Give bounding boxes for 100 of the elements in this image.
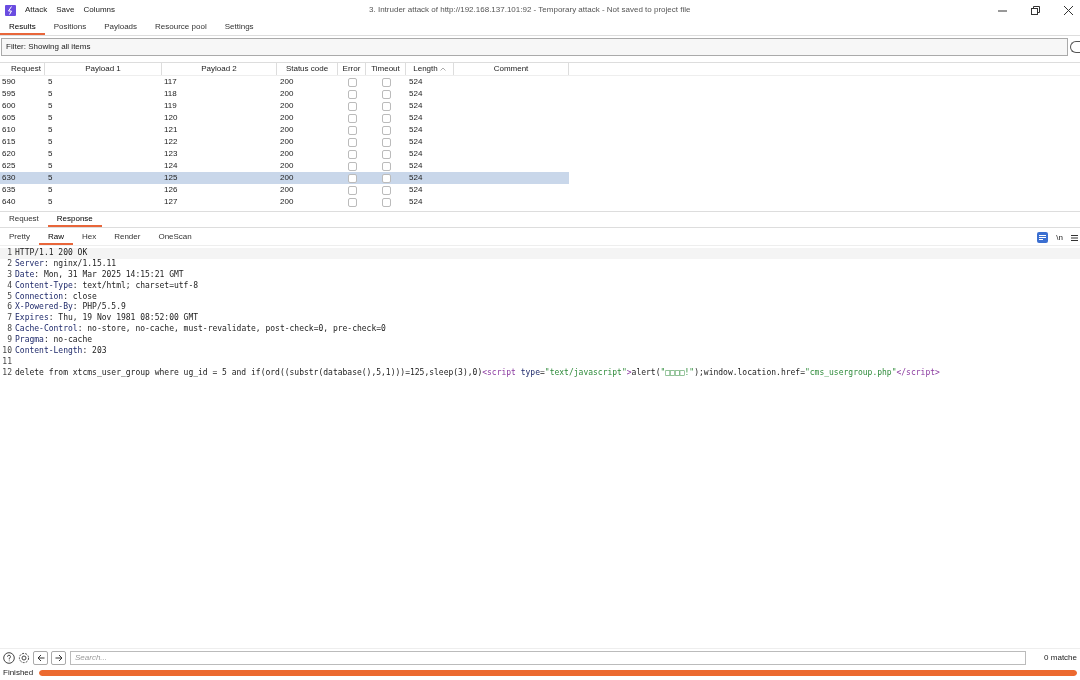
table-cell-text: 125 [163, 172, 179, 184]
line-number: 6 [6, 302, 13, 313]
column-header[interactable]: Payload 1 [45, 63, 162, 75]
table-cell-text: 200 [279, 184, 295, 196]
table-cell-text: 524 [408, 196, 424, 208]
table-cell-text: 524 [408, 184, 424, 196]
checkbox[interactable] [381, 185, 391, 195]
table-row[interactable]: 590 5 117 200 524 [0, 76, 569, 88]
line-number: 5 [6, 291, 13, 302]
close-icon[interactable] [1064, 5, 1073, 15]
table-row[interactable]: 605 5 120 200 524 [0, 112, 569, 124]
menu-icon[interactable] [1071, 233, 1078, 242]
checkbox[interactable] [347, 197, 357, 207]
table-row[interactable]: 615 5 122 200 524 [0, 136, 569, 148]
tab[interactable]: Response [47, 212, 102, 227]
settings-icon[interactable] [18, 651, 30, 664]
table-row[interactable]: 635 5 126 200 524 [0, 184, 569, 196]
table-cell-text: 5 [47, 172, 54, 184]
checkbox[interactable] [381, 197, 391, 207]
table-row[interactable]: 625 5 124 200 524 [0, 160, 569, 172]
checkbox[interactable] [381, 77, 391, 87]
table-row[interactable]: 630 5 125 200 524 [0, 172, 569, 184]
code-line: Cache-Control: no-store, no-cache, must-revalidate, post-check=0, pre-check=0 [15, 324, 386, 335]
table-cell-text: 5 [47, 184, 54, 196]
checkbox[interactable] [347, 185, 357, 195]
tab[interactable]: Payloads [95, 20, 147, 35]
table-cell-text: 524 [408, 148, 424, 160]
tab[interactable]: Resource pool [146, 20, 216, 35]
column-header[interactable]: Request [0, 63, 45, 75]
tab[interactable]: Raw [38, 230, 73, 245]
table-row[interactable]: 595 5 118 200 524 [0, 88, 569, 100]
checkbox[interactable] [347, 113, 357, 123]
column-header[interactable]: Length [406, 63, 454, 75]
table-cell-text: 5 [47, 148, 54, 160]
column-header[interactable]: Status code [277, 63, 338, 75]
menu-item[interactable]: Columns [83, 4, 116, 16]
table-cell-text: 524 [408, 88, 424, 100]
checkbox[interactable] [347, 89, 357, 99]
menu-item[interactable]: Attack [25, 4, 48, 16]
checkbox[interactable] [381, 89, 391, 99]
checkbox[interactable] [381, 125, 391, 135]
tab[interactable]: Positions [44, 20, 96, 35]
table-cell-text: 5 [47, 76, 54, 88]
table-cell-text: 5 [47, 196, 54, 208]
search-field[interactable]: Search... [70, 650, 1026, 665]
tab[interactable]: Results [0, 20, 45, 35]
table-cell-text: 630 [1, 172, 17, 184]
column-header[interactable]: Error [338, 63, 366, 75]
tab[interactable]: Settings [215, 20, 263, 35]
tab[interactable]: Render [105, 230, 150, 245]
table-cell-text: 635 [1, 184, 17, 196]
table-cell-text: 524 [408, 160, 424, 172]
table-row[interactable]: 640 5 127 200 524 [0, 196, 569, 208]
menu-item[interactable]: Save [56, 4, 75, 16]
next-button[interactable] [51, 650, 66, 665]
table-cell-text: 615 [1, 136, 17, 148]
table-cell-text: 524 [408, 100, 424, 112]
table-cell-text: 200 [279, 100, 295, 112]
table-cell-text: 200 [279, 196, 295, 208]
tab[interactable]: Request [0, 212, 48, 227]
table-row[interactable]: 610 5 121 200 524 [0, 124, 569, 136]
table-cell-text: 123 [163, 148, 179, 160]
table-row[interactable]: 600 5 119 200 524 [0, 100, 569, 112]
checkbox[interactable] [347, 125, 357, 135]
code-line: Server: nginx/1.15.11 [15, 258, 117, 270]
table-cell-text: 124 [163, 160, 179, 172]
checkbox[interactable] [347, 101, 357, 111]
table-cell-text: 126 [163, 184, 179, 196]
tab[interactable]: OneScan [149, 230, 201, 245]
column-header[interactable]: Timeout [366, 63, 406, 75]
arrow-left-icon [36, 653, 45, 662]
checkbox[interactable] [381, 149, 391, 159]
checkbox[interactable] [381, 173, 391, 183]
checkbox[interactable] [347, 149, 357, 159]
table-cell-text: 200 [279, 136, 295, 148]
table-cell-text: 625 [1, 160, 17, 172]
column-header[interactable]: Comment [454, 63, 569, 75]
checkbox[interactable] [381, 101, 391, 111]
checkbox[interactable] [381, 161, 391, 171]
status-text: Finished [3, 667, 34, 679]
code-line: Expires: Thu, 19 Nov 1981 08:52:00 GMT [15, 313, 199, 324]
checkbox[interactable] [381, 113, 391, 123]
table-cell-text: 620 [1, 148, 17, 160]
table-cell-text: 122 [163, 136, 179, 148]
checkbox[interactable] [347, 77, 357, 87]
filter-field[interactable]: Filter: Showing all items [1, 38, 1069, 56]
checkbox[interactable] [347, 173, 357, 183]
restore-icon[interactable] [1031, 5, 1040, 15]
table-cell-text: 117 [163, 76, 178, 88]
checkbox[interactable] [347, 137, 357, 147]
tab[interactable]: Pretty [0, 230, 39, 245]
checkbox[interactable] [347, 161, 357, 171]
newline-toggle[interactable]: \n [1056, 231, 1063, 244]
previous-button[interactable] [33, 650, 48, 665]
tab[interactable]: Hex [72, 230, 106, 245]
table-cell-text: 5 [47, 88, 54, 100]
checkbox[interactable] [381, 137, 391, 147]
wrap-lines-icon[interactable] [1037, 232, 1049, 243]
table-row[interactable]: 620 5 123 200 524 [0, 148, 569, 160]
column-header[interactable]: Payload 2 [162, 63, 277, 75]
